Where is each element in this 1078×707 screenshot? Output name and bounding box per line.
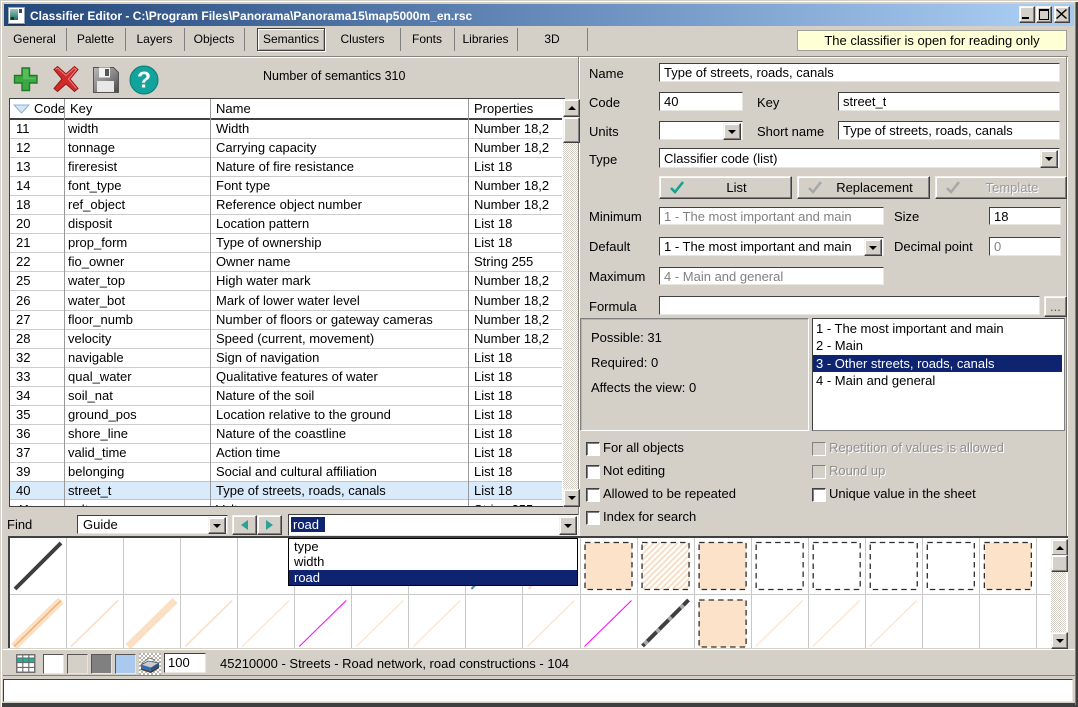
svg-text:?: ? [137,67,151,93]
